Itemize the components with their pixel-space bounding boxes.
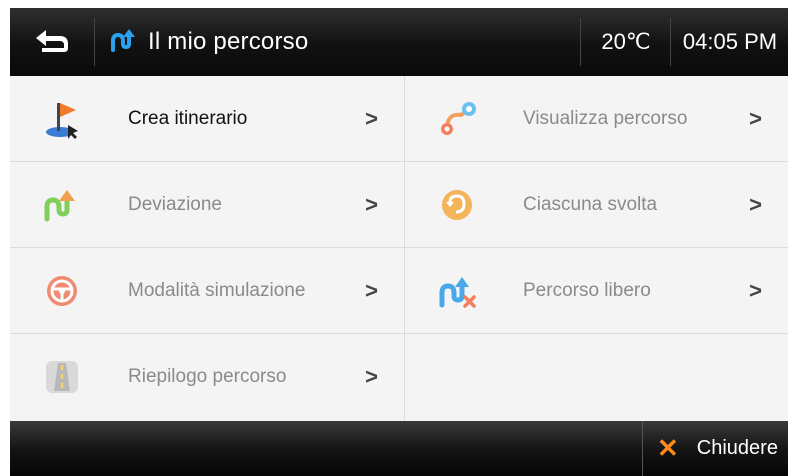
temperature-display: 20℃ <box>601 29 651 54</box>
road-icon <box>40 355 84 399</box>
menu-item-label: Visualizza percorso <box>523 107 688 129</box>
close-button-label: Chiudere <box>696 437 778 459</box>
free-route-icon <box>435 269 479 313</box>
chevron-right-icon: > <box>749 191 762 217</box>
u-turn-icon <box>435 183 479 227</box>
menu-item-percorso-libero[interactable]: Percorso libero > <box>405 248 788 334</box>
menu-item-visualizza-percorso[interactable]: Visualizza percorso > <box>405 76 788 162</box>
chevron-right-icon: > <box>749 277 762 303</box>
menu-item-modalita-simulazione[interactable]: Modalità simulazione > <box>10 248 404 334</box>
detour-arrow-icon <box>40 183 84 227</box>
back-arrow-icon <box>32 24 72 61</box>
chevron-right-icon: > <box>749 105 762 131</box>
page-title: Il mio percorso <box>148 28 309 55</box>
clock-display: 04:05 PM <box>682 29 778 54</box>
header-bar: Il mio percorso 20℃ 04:05 PM <box>10 8 788 76</box>
chevron-right-icon: > <box>365 105 378 131</box>
route-icon <box>110 26 136 59</box>
header-separator <box>580 18 581 66</box>
title-area: Il mio percorso <box>96 8 576 76</box>
menu-item-crea-itinerario[interactable]: Crea itinerario > <box>10 76 404 162</box>
menu-item-label: Deviazione <box>128 193 222 215</box>
footer-bar: ✕ Chiudere <box>10 421 788 476</box>
chevron-right-icon: > <box>365 277 378 303</box>
menu-item-label: Modalità simulazione <box>128 279 306 301</box>
flag-route-icon <box>40 97 84 141</box>
menu-item-label: Riepilogo percorso <box>128 366 287 387</box>
header-separator <box>94 18 95 66</box>
route-menu: Crea itinerario > Visualizza percorso > <box>10 76 788 421</box>
menu-item-deviazione[interactable]: Deviazione > <box>10 162 404 248</box>
steering-wheel-icon <box>40 269 84 313</box>
route-points-icon <box>435 97 479 141</box>
menu-item-label: Percorso libero <box>523 279 651 301</box>
header-separator <box>670 18 671 66</box>
back-button[interactable] <box>10 8 94 76</box>
menu-item-label: Ciascuna svolta <box>523 193 658 215</box>
chevron-right-icon: > <box>365 364 378 389</box>
close-icon: ✕ <box>657 433 679 463</box>
screen: Il mio percorso 20℃ 04:05 PM Crea itiner… <box>10 8 788 476</box>
menu-item-label: Crea itinerario <box>128 107 248 129</box>
menu-item-riepilogo-percorso[interactable]: Riepilogo percorso > <box>10 334 404 420</box>
chevron-right-icon: > <box>365 191 378 217</box>
menu-item-ciascuna-svolta[interactable]: Ciascuna svolta > <box>405 162 788 248</box>
close-button[interactable]: ✕ Chiudere <box>642 421 788 476</box>
